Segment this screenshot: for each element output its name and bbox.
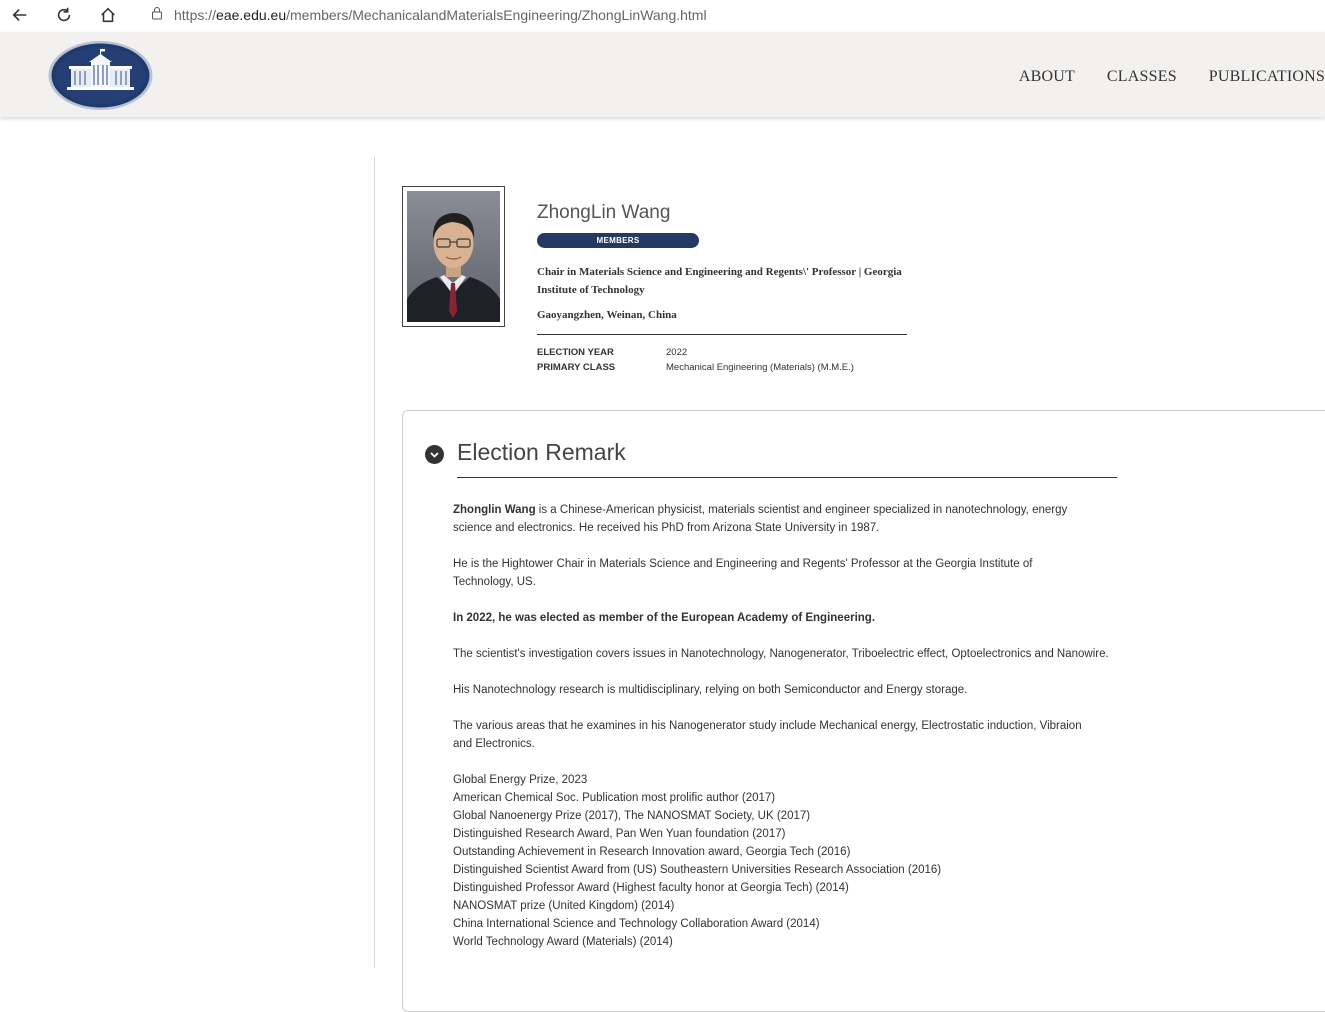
member-location: Gaoyangzhen, Weinan, China (537, 309, 677, 321)
url-text: https://eae.edu.eu/members/Mechanicaland… (174, 7, 707, 23)
award-item: World Technology Award (Materials) (2014… (453, 936, 673, 948)
intro-name: Zhonglin Wang (453, 504, 536, 516)
academy-logo[interactable] (47, 40, 154, 111)
site-header: ABOUT CLASSES PUBLICATIONS (0, 32, 1325, 117)
award-item: Outstanding Achievement in Research Inno… (453, 846, 851, 858)
member-photo (407, 191, 500, 322)
lock-icon (150, 6, 164, 25)
award-item: Distinguished Research Award, Pan Wen Yu… (453, 828, 786, 840)
award-item: NANOSMAT prize (United Kingdom) (2014) (453, 900, 675, 912)
sidebar-divider (374, 157, 375, 968)
awards-list: Global Energy Prize, 2023 American Chemi… (453, 771, 941, 951)
main-nav: ABOUT CLASSES PUBLICATIONS (1019, 68, 1325, 86)
members-badge[interactable]: MEMBERS (537, 233, 699, 248)
browser-toolbar: https://eae.edu.eu/members/Mechanicaland… (0, 0, 1325, 30)
back-icon[interactable] (8, 3, 32, 27)
election-year-label: ELECTION YEAR (537, 347, 614, 358)
nav-classes[interactable]: CLASSES (1107, 68, 1177, 86)
primary-class-label: PRIMARY CLASS (537, 362, 616, 373)
nav-publications[interactable]: PUBLICATIONS (1209, 68, 1325, 86)
nav-about[interactable]: ABOUT (1019, 68, 1075, 86)
election-remark-title: Election Remark (457, 439, 626, 465)
chevron-down-icon[interactable] (425, 445, 444, 464)
award-item: Distinguished Scientist Award from (US) … (453, 864, 942, 876)
remark-paragraph-4: The scientist's investigation covers iss… (453, 648, 1109, 660)
award-item: China International Science and Technolo… (453, 918, 820, 930)
intro-text: is a Chinese-American physicist, materia… (453, 504, 1068, 534)
profile-divider (537, 334, 907, 335)
member-name: ZhongLin Wang (537, 202, 671, 223)
award-item: Global Nanoenergy Prize (2017), The NANO… (453, 810, 811, 822)
remark-divider (457, 477, 1117, 478)
home-icon[interactable] (96, 3, 120, 27)
member-photo-frame (402, 186, 505, 327)
remark-paragraph-3: In 2022, he was elected as member of the… (453, 612, 876, 624)
reload-icon[interactable] (52, 3, 76, 27)
remark-paragraph-6: The various areas that he examines in hi… (453, 720, 1082, 750)
award-item: American Chemical Soc. Publication most … (453, 792, 776, 804)
award-item: Global Energy Prize, 2023 (453, 774, 588, 786)
remark-paragraph-5: His Nanotechnology research is multidisc… (453, 684, 968, 696)
remark-intro: Zhonglin Wang is a Chinese-American phys… (453, 501, 1088, 537)
address-bar[interactable]: https://eae.edu.eu/members/Mechanicaland… (150, 4, 707, 26)
award-item: Distinguished Professor Award (Highest f… (453, 882, 849, 894)
primary-class-value: Mechanical Engineering (Materials) (M.M.… (666, 362, 854, 373)
election-year-value: 2022 (666, 347, 688, 358)
remark-paragraph-2: He is the Hightower Chair in Materials S… (453, 558, 1033, 588)
member-position: Chair in Materials Science and Engineeri… (537, 266, 902, 296)
